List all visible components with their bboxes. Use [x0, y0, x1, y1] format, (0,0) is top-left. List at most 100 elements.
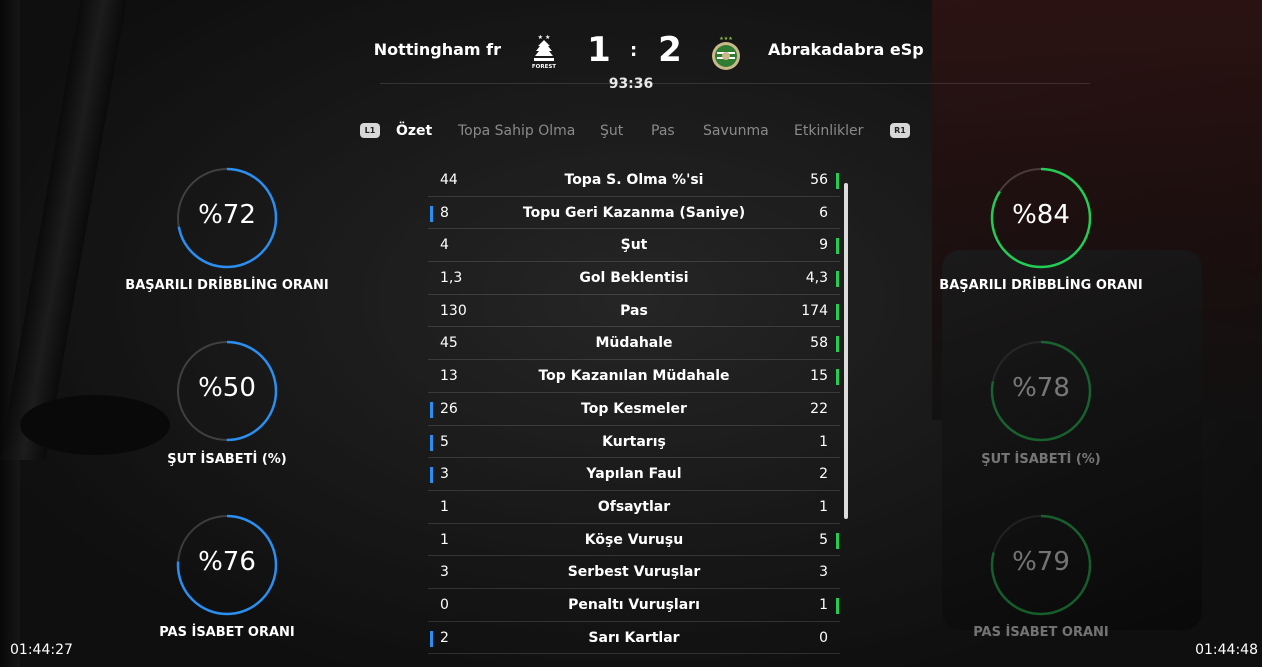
stat-name: Serbest Vuruşlar	[567, 564, 701, 581]
r1-button-hint[interactable]: R1	[890, 123, 910, 138]
stat-row: 130 Pas 174	[428, 295, 840, 328]
ring-value: %72	[198, 200, 256, 230]
stat-away-value: 1	[819, 433, 828, 450]
away-lead-marker	[836, 597, 839, 614]
stat-home-value: 45	[440, 335, 458, 352]
stat-away-value: 9	[819, 237, 828, 254]
stat-home-value: 4	[440, 237, 449, 254]
away-pass-accuracy-ring: %79	[990, 514, 1092, 616]
stat-home-value: 2	[440, 629, 449, 646]
away-dribbling-ring: %84	[990, 167, 1092, 269]
away-lead-marker	[836, 303, 839, 320]
home-team-crest: ★ ★ FOREST	[529, 34, 559, 70]
stat-home-value: 1	[440, 531, 449, 548]
stat-home-value: 13	[440, 368, 458, 385]
stat-away-value: 1	[819, 498, 828, 515]
home-dribbling-label: BAŞARILI DRİBBLİNG ORANI	[125, 278, 329, 293]
svg-text:★★★: ★★★	[719, 36, 733, 42]
stat-name: Ofsaytlar	[597, 498, 671, 515]
stat-row: 1 Ofsaytlar 1	[428, 491, 840, 524]
stat-row: 8 Topu Geri Kazanma (Saniye) 6	[428, 197, 840, 230]
away-dribbling-label: BAŞARILI DRİBBLİNG ORANI	[939, 278, 1143, 293]
stat-home-value: 1	[440, 498, 449, 515]
stat-away-value: 6	[819, 204, 828, 221]
stat-name: Pas	[620, 302, 648, 319]
stat-away-value: 4,3	[805, 270, 828, 287]
home-lead-marker	[430, 630, 433, 647]
tab-etkinlikler[interactable]: Etkinlikler	[794, 123, 863, 139]
stat-away-value: 174	[801, 302, 828, 319]
stat-name: Topu Geri Kazanma (Saniye)	[522, 204, 746, 221]
stat-home-value: 0	[440, 596, 449, 613]
tab-topa-sahip-olma[interactable]: Topa Sahip Olma	[458, 123, 575, 139]
stat-name: Müdahale	[595, 335, 673, 352]
stat-row: 45 Müdahale 58	[428, 327, 840, 361]
l1-button-hint[interactable]: L1	[360, 123, 380, 138]
away-lead-marker	[836, 336, 839, 353]
stats-scrollbar[interactable]	[844, 183, 848, 519]
score-separator: :	[630, 40, 638, 61]
stat-away-value: 58	[810, 335, 828, 352]
stat-name: Köşe Vuruşu	[584, 531, 684, 548]
ring-value: %84	[1012, 200, 1070, 230]
stat-away-value: 3	[819, 564, 828, 581]
away-lead-marker	[836, 532, 839, 549]
home-shot-accuracy-label: ŞUT İSABETİ (%)	[167, 452, 287, 467]
home-lead-marker	[430, 401, 433, 418]
tab-pas[interactable]: Pas	[651, 123, 675, 139]
stat-row: 5 Kurtarış 1	[428, 426, 840, 459]
stat-row: 2 Sarı Kartlar 0	[428, 622, 840, 655]
stat-home-value: 1,3	[440, 270, 463, 287]
stat-row: 1,3 Gol Beklentisi 4,3	[428, 262, 840, 295]
stat-name: Şut	[620, 237, 648, 254]
stat-row: 13 Top Kazanılan Müdahale 15	[428, 360, 840, 393]
away-lead-marker	[836, 271, 839, 288]
stat-name: Kurtarış	[602, 433, 666, 450]
match-stats-table[interactable]: 44 Topa S. Olma %'si 56 8 Topu Geri Kazanma …	[428, 164, 840, 656]
stat-row: 4 Şut 9	[428, 229, 840, 263]
stats-tab-bar: L1 Özet Topa Sahip Olma Şut Pas Savunma …	[0, 122, 1262, 142]
stat-row: 3 Yapılan Faul 2	[428, 458, 840, 491]
home-dribbling-ring: %72	[176, 167, 278, 269]
stat-home-value: 8	[440, 204, 449, 221]
stat-name: Yapılan Faul	[586, 466, 682, 483]
home-lead-marker	[430, 467, 433, 484]
svg-text:FOREST: FOREST	[532, 64, 556, 70]
stat-name: Topa S. Olma %'si	[564, 172, 704, 188]
home-score: 1	[587, 30, 611, 70]
stat-home-value: 26	[440, 400, 458, 417]
away-team-name: Abrakadabra eSp	[768, 40, 924, 59]
recording-timestamp-right: 01:44:48	[1195, 642, 1258, 658]
stat-row: 26 Top Kesmeler 22	[428, 393, 840, 426]
stat-name: Penaltı Vuruşları	[568, 596, 700, 613]
home-lead-marker	[430, 205, 433, 222]
home-shot-accuracy-ring: %50	[176, 340, 278, 442]
stat-row: 1 Köşe Vuruşu 5	[428, 524, 840, 557]
stat-away-value: 5	[819, 531, 828, 548]
stat-home-value: 130	[440, 302, 467, 319]
stat-away-value: 2	[819, 466, 828, 483]
home-team-name: Nottingham fr	[373, 40, 501, 59]
stat-name: Sarı Kartlar	[588, 629, 680, 646]
away-shot-accuracy-label: ŞUT İSABETİ (%)	[981, 452, 1101, 467]
away-lead-marker	[836, 369, 839, 386]
tab-savunma[interactable]: Savunma	[703, 123, 769, 139]
stat-home-value: 5	[440, 433, 449, 450]
ring-value: %78	[1012, 373, 1070, 403]
away-team-crest: ★★★	[709, 34, 740, 70]
stat-away-value: 0	[819, 629, 828, 646]
header-divider	[380, 83, 1090, 84]
stat-row: 0 Penaltı Vuruşları 1	[428, 589, 840, 622]
tab-sut[interactable]: Şut	[600, 123, 623, 139]
away-pass-accuracy-label: PAS İSABET ORANI	[973, 625, 1109, 640]
svg-text:★ ★: ★ ★	[538, 34, 551, 41]
stat-row: 44 Topa S. Olma %'si 56	[428, 164, 840, 197]
stat-home-value: 44	[440, 172, 458, 188]
stat-away-value: 15	[810, 368, 828, 385]
home-pass-accuracy-ring: %76	[176, 514, 278, 616]
match-header: Nottingham fr ★ ★ FOREST 1 : 2 ★★★ Abrak…	[0, 28, 1262, 98]
tab-ozet[interactable]: Özet	[396, 123, 432, 139]
away-score: 2	[658, 30, 682, 70]
stat-away-value: 56	[810, 172, 828, 188]
away-lead-marker	[836, 173, 839, 189]
